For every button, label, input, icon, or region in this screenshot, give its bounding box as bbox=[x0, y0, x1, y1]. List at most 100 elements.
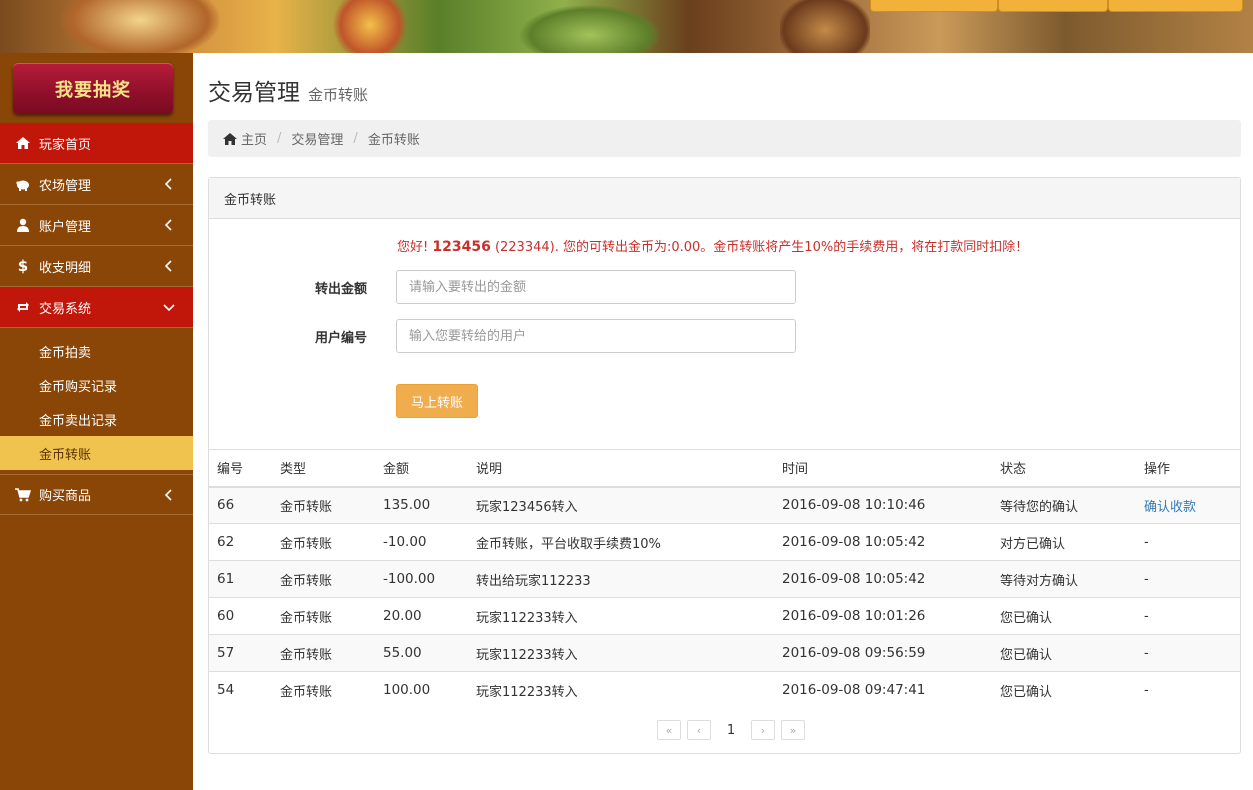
transfer-panel: 金币转账 您好! 123456 (223344). 您的可转出金币为:0.00。… bbox=[208, 177, 1241, 754]
col-header-status: 状态 bbox=[992, 449, 1136, 488]
table-row: 66 金币转账 135.00 玩家123456转入 2016-09-08 10:… bbox=[209, 486, 1240, 524]
top-tab[interactable] bbox=[1108, 0, 1243, 12]
sidebar-item-label: 收支明细 bbox=[39, 260, 92, 276]
cell-status: 对方已确认 bbox=[992, 523, 1136, 561]
banner-decoration bbox=[780, 0, 870, 53]
sidebar-item-label: 购买商品 bbox=[39, 489, 92, 504]
pager-prev-button[interactable]: ‹ bbox=[687, 720, 711, 740]
pagination: « ‹ 1 › » bbox=[657, 720, 805, 740]
cell-desc: 玩家123456转入 bbox=[468, 486, 774, 524]
user-row: 用户编号 bbox=[209, 319, 796, 353]
cell-type: 金币转账 bbox=[272, 597, 375, 635]
table-row: 57 金币转账 55.00 玩家112233转入 2016-09-08 09:5… bbox=[209, 634, 1240, 672]
pager-current-page[interactable]: 1 bbox=[717, 720, 745, 740]
sidebar-item-trade[interactable]: 交易系统 bbox=[0, 287, 193, 328]
panel-title: 金币转账 bbox=[209, 178, 1240, 219]
chevron-left-icon bbox=[164, 489, 172, 501]
table-row: 54 金币转账 100.00 玩家112233转入 2016-09-08 09:… bbox=[209, 671, 1240, 709]
sidebar-item-home[interactable]: 玩家首页 bbox=[0, 123, 193, 164]
chevron-left-icon bbox=[164, 178, 172, 190]
cell-type: 金币转账 bbox=[272, 523, 375, 561]
col-header-type: 类型 bbox=[272, 449, 375, 488]
col-header-amount: 金额 bbox=[375, 449, 468, 488]
cell-op: - bbox=[1136, 634, 1240, 672]
chevron-left-icon bbox=[164, 260, 172, 272]
lottery-button[interactable]: 我要抽奖 bbox=[13, 63, 173, 114]
sidebar-item-shop[interactable]: 购买商品 bbox=[0, 474, 193, 515]
sidebar-subitem-auction[interactable]: 金币拍卖 bbox=[0, 334, 193, 368]
chevron-left-icon bbox=[164, 219, 172, 231]
cell-status: 您已确认 bbox=[992, 634, 1136, 672]
cell-id: 54 bbox=[209, 671, 272, 709]
breadcrumb-level2: 金币转账 bbox=[367, 133, 420, 148]
dollar-icon: $ bbox=[17, 257, 29, 275]
piggy-icon bbox=[14, 176, 32, 192]
cell-id: 57 bbox=[209, 634, 272, 672]
top-tab[interactable] bbox=[998, 0, 1108, 12]
sidebar-subitem-sell-records[interactable]: 金币卖出记录 bbox=[0, 402, 193, 436]
cell-op: - bbox=[1136, 671, 1240, 709]
trade-submenu: 金币拍卖 金币购买记录 金币卖出记录 金币转账 bbox=[0, 328, 193, 474]
amount-input[interactable] bbox=[396, 270, 796, 304]
cell-op: - bbox=[1136, 597, 1240, 635]
home-icon bbox=[14, 135, 32, 151]
cell-desc: 玩家112233转入 bbox=[468, 671, 774, 709]
col-header-desc: 说明 bbox=[468, 449, 774, 488]
home-icon bbox=[223, 132, 237, 145]
cell-time: 2016-09-08 09:56:59 bbox=[774, 634, 992, 672]
cell-status: 等待对方确认 bbox=[992, 560, 1136, 598]
cell-time: 2016-09-08 10:10:46 bbox=[774, 486, 992, 524]
table-header-row: 编号 类型 金额 说明 时间 状态 操作 bbox=[209, 449, 1240, 488]
breadcrumb-level1[interactable]: 交易管理 bbox=[291, 129, 343, 148]
top-tabs bbox=[870, 0, 1243, 12]
cell-time: 2016-09-08 10:05:42 bbox=[774, 523, 992, 561]
table-row: 61 金币转账 -100.00 转出给玩家112233 2016-09-08 1… bbox=[209, 560, 1240, 598]
sidebar-subitem-buy-records[interactable]: 金币购买记录 bbox=[0, 368, 193, 402]
sidebar-item-farm[interactable]: 农场管理 bbox=[0, 164, 193, 205]
col-header-op: 操作 bbox=[1136, 449, 1240, 488]
breadcrumb-home-label: 主页 bbox=[241, 133, 268, 148]
pager-last-button[interactable]: » bbox=[781, 720, 805, 740]
user-id-input[interactable] bbox=[396, 319, 796, 353]
cell-desc: 转出给玩家112233 bbox=[468, 560, 774, 598]
amount-row: 转出金额 bbox=[209, 270, 796, 304]
col-header-time: 时间 bbox=[774, 449, 992, 488]
cell-desc: 玩家112233转入 bbox=[468, 634, 774, 672]
sidebar-item-account[interactable]: 账户管理 bbox=[0, 205, 193, 246]
transfer-submit-button[interactable]: 马上转账 bbox=[396, 384, 478, 418]
sidebar-subitem-transfer[interactable]: 金币转账 bbox=[0, 436, 193, 470]
sidebar-item-label: 账户管理 bbox=[39, 219, 92, 235]
cell-op: - bbox=[1136, 560, 1240, 598]
notice-text: (223344). 您的可转出金币为:0.00。金币转账将产生10%的手续费用，… bbox=[490, 240, 1029, 255]
breadcrumb-separator: / bbox=[277, 131, 282, 146]
breadcrumb-home[interactable]: 主页 bbox=[222, 129, 267, 148]
cell-status: 等待您的确认 bbox=[992, 486, 1136, 524]
chevron-down-icon bbox=[163, 304, 175, 312]
cell-status: 您已确认 bbox=[992, 597, 1136, 635]
cell-id: 62 bbox=[209, 523, 272, 561]
confirm-receipt-link[interactable]: 确认收款 bbox=[1144, 500, 1196, 515]
cell-type: 金币转账 bbox=[272, 671, 375, 709]
pager-first-button[interactable]: « bbox=[657, 720, 681, 740]
cell-status: 您已确认 bbox=[992, 671, 1136, 709]
sidebar-item-label: 玩家首页 bbox=[39, 137, 92, 153]
pager-next-button[interactable]: › bbox=[751, 720, 775, 740]
cell-time: 2016-09-08 10:05:42 bbox=[774, 560, 992, 598]
cell-id: 66 bbox=[209, 486, 272, 524]
cell-id: 60 bbox=[209, 597, 272, 635]
sidebar-item-finance[interactable]: $ 收支明细 bbox=[0, 246, 193, 287]
breadcrumb: 主页 / 交易管理 / 金币转账 bbox=[208, 120, 1241, 157]
balance-notice: 您好! 123456 (223344). 您的可转出金币为:0.00。金币转账将… bbox=[397, 236, 1028, 255]
cell-time: 2016-09-08 09:47:41 bbox=[774, 671, 992, 709]
cell-desc: 玩家112233转入 bbox=[468, 597, 774, 635]
cell-amount: -10.00 bbox=[375, 523, 468, 561]
cell-op: - bbox=[1136, 523, 1240, 561]
sidebar-nav: 玩家首页 农场管理 账户管理 $ 收支明细 交易系统 金币拍卖 金币购买记录 金… bbox=[0, 123, 193, 515]
page-title-text: 交易管理 bbox=[208, 80, 300, 106]
cell-amount: -100.00 bbox=[375, 560, 468, 598]
top-banner bbox=[0, 0, 1253, 53]
cell-id: 61 bbox=[209, 560, 272, 598]
top-tab[interactable] bbox=[870, 0, 998, 12]
cell-op: 确认收款 bbox=[1136, 486, 1240, 524]
cell-desc: 金币转账，平台收取手续费10% bbox=[468, 523, 774, 561]
